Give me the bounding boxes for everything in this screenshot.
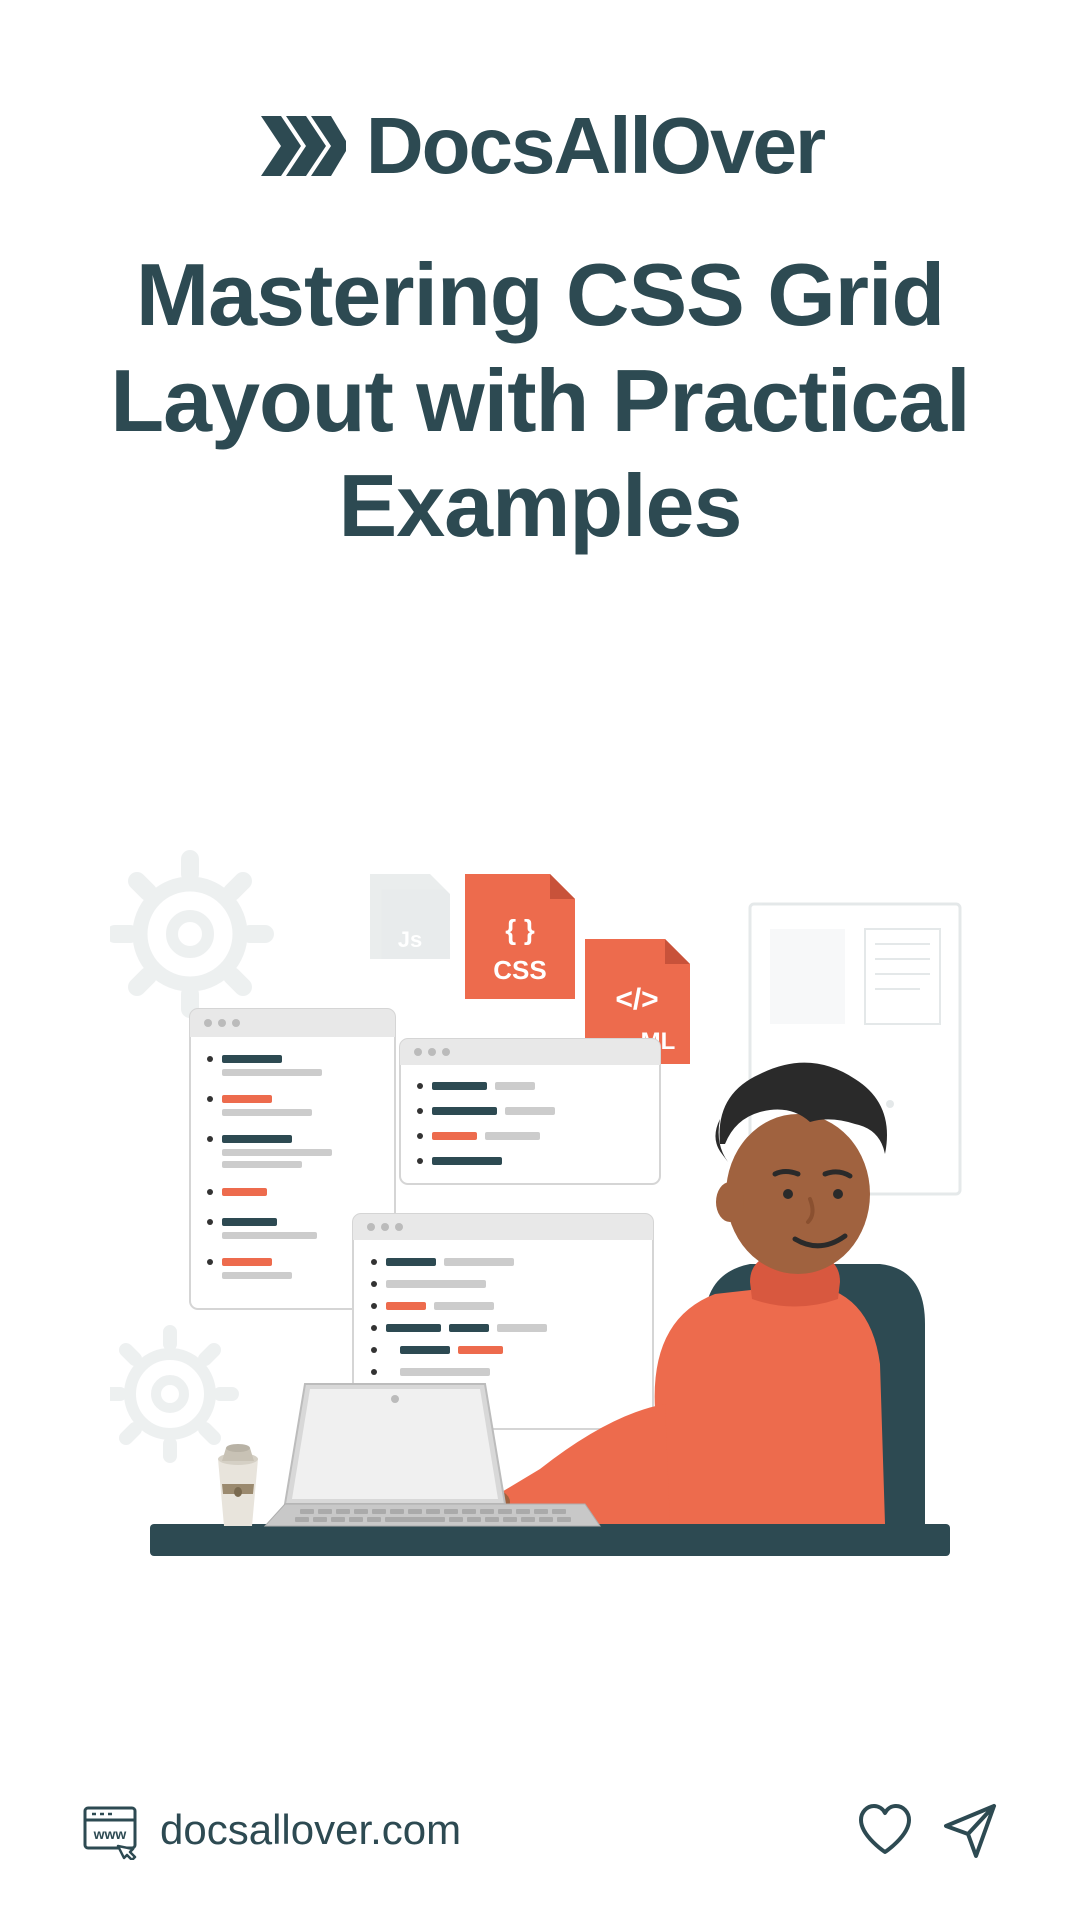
svg-text:{ }: { } [505,914,535,945]
header: DocsAllOver [80,100,1000,192]
page-title: Mastering CSS Grid Layout with Practical… [80,242,1000,559]
footer-right [855,1800,1000,1860]
svg-text:CSS: CSS [493,955,546,985]
svg-text:www: www [93,1826,127,1842]
footer: www docsallover.com [80,1770,1000,1860]
heart-icon[interactable] [855,1800,915,1860]
brand-name: DocsAllOver [366,100,824,192]
website-url: docsallover.com [160,1806,461,1854]
svg-text:Js: Js [398,927,422,952]
send-icon[interactable] [940,1800,1000,1860]
svg-text:</>: </> [615,983,658,1016]
brand-logo-icon [256,111,346,181]
browser-icon: www [80,1800,140,1860]
footer-left: www docsallover.com [80,1800,461,1860]
hero-illustration: Js { } CSS </> ML [80,639,1000,1770]
